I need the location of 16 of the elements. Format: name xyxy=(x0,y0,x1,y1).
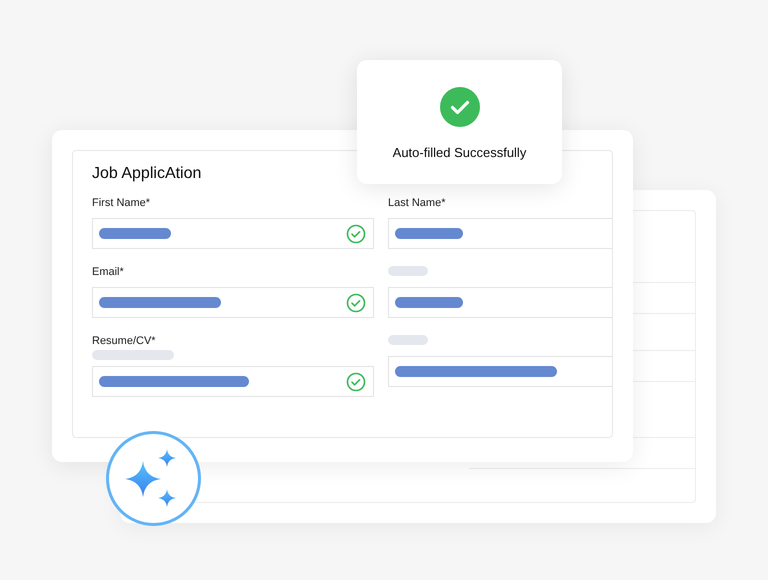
field-label: Last Name* xyxy=(388,196,446,210)
input-field[interactable] xyxy=(388,218,612,249)
field-label: Resume/CV* xyxy=(92,334,156,348)
check-circle-icon xyxy=(440,87,480,127)
filled-value-bar xyxy=(395,228,463,239)
field-label: First Name* xyxy=(92,196,150,210)
input-field[interactable] xyxy=(388,356,612,387)
filled-value-bar xyxy=(395,297,463,308)
input-field[interactable] xyxy=(388,287,612,318)
filled-value-bar xyxy=(99,228,171,239)
field-label: Email* xyxy=(92,265,124,279)
input-field[interactable] xyxy=(92,366,374,397)
toast-message: Auto-filled Successfully xyxy=(392,144,526,162)
input-field[interactable] xyxy=(92,287,374,318)
form-title: Job ApplicAtion xyxy=(92,164,202,184)
input-field[interactable] xyxy=(92,218,374,249)
